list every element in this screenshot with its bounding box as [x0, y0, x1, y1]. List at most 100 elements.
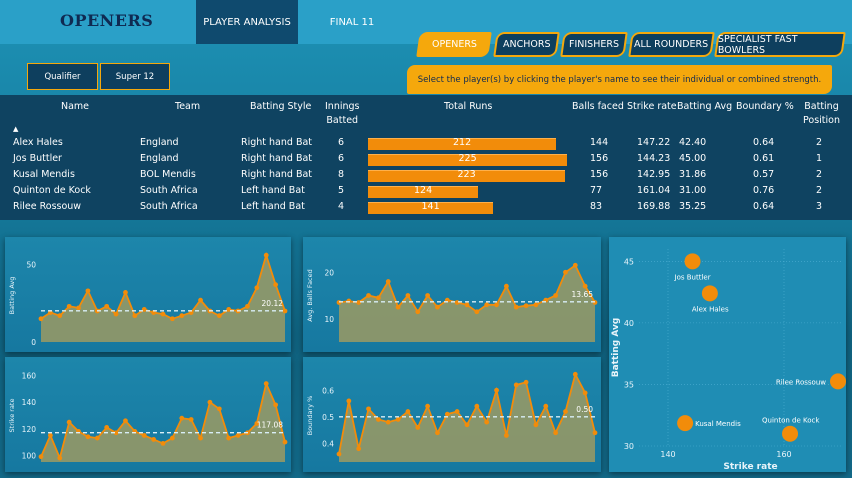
- team-name-cell: England: [140, 153, 179, 164]
- data-point: [395, 417, 401, 422]
- table-row[interactable]: Rilee Rossouw South Africa Left hand Bat 4 8…: [0, 200, 852, 216]
- data-point: [454, 409, 460, 414]
- data-point: [66, 303, 72, 309]
- header-boundary-pct[interactable]: Boundary %: [736, 100, 794, 114]
- batting-style-cell: Left hand Bat: [241, 185, 305, 196]
- player-name-cell[interactable]: Jos Buttler: [13, 153, 62, 164]
- table-row[interactable]: Quinton de Kock South Africa Left hand Bat…: [0, 184, 852, 200]
- header-batting-position[interactable]: Batting Position: [803, 100, 840, 128]
- data-point: [484, 419, 490, 425]
- average-label: 117.08: [257, 421, 283, 430]
- table-row[interactable]: Jos Buttler England Right hand Bat 6 156 144.…: [0, 152, 852, 168]
- scatter-point: [677, 415, 694, 432]
- data-point: [425, 293, 431, 298]
- innings-batted-cell: 4: [338, 201, 345, 212]
- header-team[interactable]: Team: [175, 100, 200, 114]
- data-point: [435, 430, 440, 436]
- header-balls-faced[interactable]: Balls faced: [572, 100, 624, 114]
- player-name-cell[interactable]: Rilee Rossouw: [13, 201, 81, 212]
- batting-avg-cell: 35.25: [679, 201, 707, 212]
- data-point: [375, 417, 381, 422]
- batting-avg-cell: 45.00: [679, 153, 707, 164]
- total-runs-value: 212: [453, 137, 472, 148]
- data-point: [484, 302, 490, 308]
- data-point: [198, 297, 203, 303]
- header-batting-avg[interactable]: Batting Avg: [677, 100, 732, 114]
- data-point: [254, 285, 260, 291]
- batting-position-cell: 2: [816, 185, 823, 196]
- data-point: [198, 435, 203, 441]
- data-point: [123, 290, 128, 295]
- data-point: [543, 403, 549, 409]
- player-name-cell[interactable]: Kusal Mendis: [13, 169, 75, 180]
- data-point: [38, 454, 44, 460]
- data-point: [263, 381, 269, 387]
- header-total-runs[interactable]: Total Runs: [444, 100, 492, 114]
- y-axis-label: Strike rate: [8, 399, 16, 433]
- data-point: [273, 282, 279, 288]
- team-name-cell: South Africa: [140, 185, 198, 196]
- tab-final-11[interactable]: FINAL 11: [312, 0, 392, 44]
- category-specialist-fast-bowlers-button[interactable]: SPECIALIST FAST BOWLERS: [714, 32, 846, 57]
- y-tick-label: 10: [324, 315, 334, 324]
- average-label: 0.50: [576, 405, 593, 414]
- data-point: [160, 311, 166, 317]
- data-point: [151, 437, 157, 442]
- boundary-pct-chart: 0.4 0.5 0.6 Boundary % 0.50: [306, 371, 598, 462]
- y-tick-label: 120: [22, 425, 37, 434]
- boundary-pct-chart-panel: 0.4 0.5 0.6 Boundary % 0.50: [303, 357, 601, 472]
- batting-avg-cell: 42.40: [679, 137, 707, 148]
- data-point: [385, 279, 391, 284]
- stage-super-12-button[interactable]: Super 12: [100, 63, 170, 90]
- data-point: [513, 304, 519, 310]
- data-point: [235, 433, 241, 438]
- boundary-pct-cell: 0.76: [753, 185, 775, 196]
- table-row[interactable]: Alex Hales England Right hand Bat 6 144 147.2…: [0, 136, 852, 152]
- total-runs-value: 225: [458, 153, 477, 164]
- team-name-cell: South Africa: [140, 201, 198, 212]
- table-row[interactable]: Kusal Mendis BOL Mendis Right hand Bat 8 156…: [0, 168, 852, 184]
- category-anchors-button[interactable]: ANCHORS: [493, 32, 560, 57]
- header-innings[interactable]: Innings Batted: [325, 100, 359, 128]
- y-tick-label: 160: [22, 372, 37, 381]
- category-openers-button[interactable]: OPENERS: [416, 32, 492, 57]
- y-tick-label: 20: [324, 268, 334, 277]
- sort-ascending-icon[interactable]: ▲: [13, 125, 18, 133]
- header-innings-line2: Batted: [326, 115, 359, 126]
- data-point: [179, 415, 185, 421]
- data-point: [66, 419, 72, 425]
- strike-rate-cell: 147.22: [637, 137, 671, 148]
- y-tick-label: 0.5: [322, 413, 334, 422]
- data-point: [85, 288, 91, 294]
- data-point: [474, 403, 480, 409]
- tab-player-analysis[interactable]: PLAYER ANALYSIS: [196, 0, 298, 44]
- category-all-rounders-button[interactable]: ALL ROUNDERS: [628, 32, 715, 57]
- data-point: [523, 303, 529, 309]
- data-point: [503, 433, 509, 438]
- scatter-point-label: Quinton de Kock: [762, 417, 820, 425]
- stage-qualifier-button[interactable]: Qualifier: [27, 63, 98, 90]
- y-tick-label: 30: [624, 442, 634, 451]
- total-runs-value: 124: [414, 185, 433, 196]
- player-name-cell[interactable]: Alex Hales: [13, 137, 63, 148]
- data-point: [94, 435, 100, 441]
- batting-avg-cell: 31.86: [679, 169, 707, 180]
- header-batting-style[interactable]: Batting Style: [250, 100, 311, 114]
- category-finishers-label: FINISHERS: [569, 39, 619, 50]
- data-point: [104, 303, 110, 309]
- player-name-cell[interactable]: Quinton de Kock: [13, 185, 91, 196]
- selection-hint: Select the player(s) by clicking the pla…: [407, 65, 832, 94]
- header-name[interactable]: Name: [61, 100, 89, 114]
- data-point: [503, 283, 509, 289]
- category-finishers-button[interactable]: FINISHERS: [560, 32, 628, 57]
- category-all-rounders-label: ALL ROUNDERS: [634, 39, 709, 50]
- data-point: [346, 398, 352, 404]
- series-area: [41, 255, 285, 342]
- average-label: 13.65: [572, 290, 594, 299]
- data-point: [179, 313, 185, 319]
- y-axis-label: Batting Avg: [611, 318, 621, 378]
- data-point: [216, 406, 222, 412]
- data-point: [273, 402, 279, 408]
- header-strike-rate[interactable]: Strike rate: [627, 100, 677, 114]
- y-tick-label: 100: [22, 451, 37, 460]
